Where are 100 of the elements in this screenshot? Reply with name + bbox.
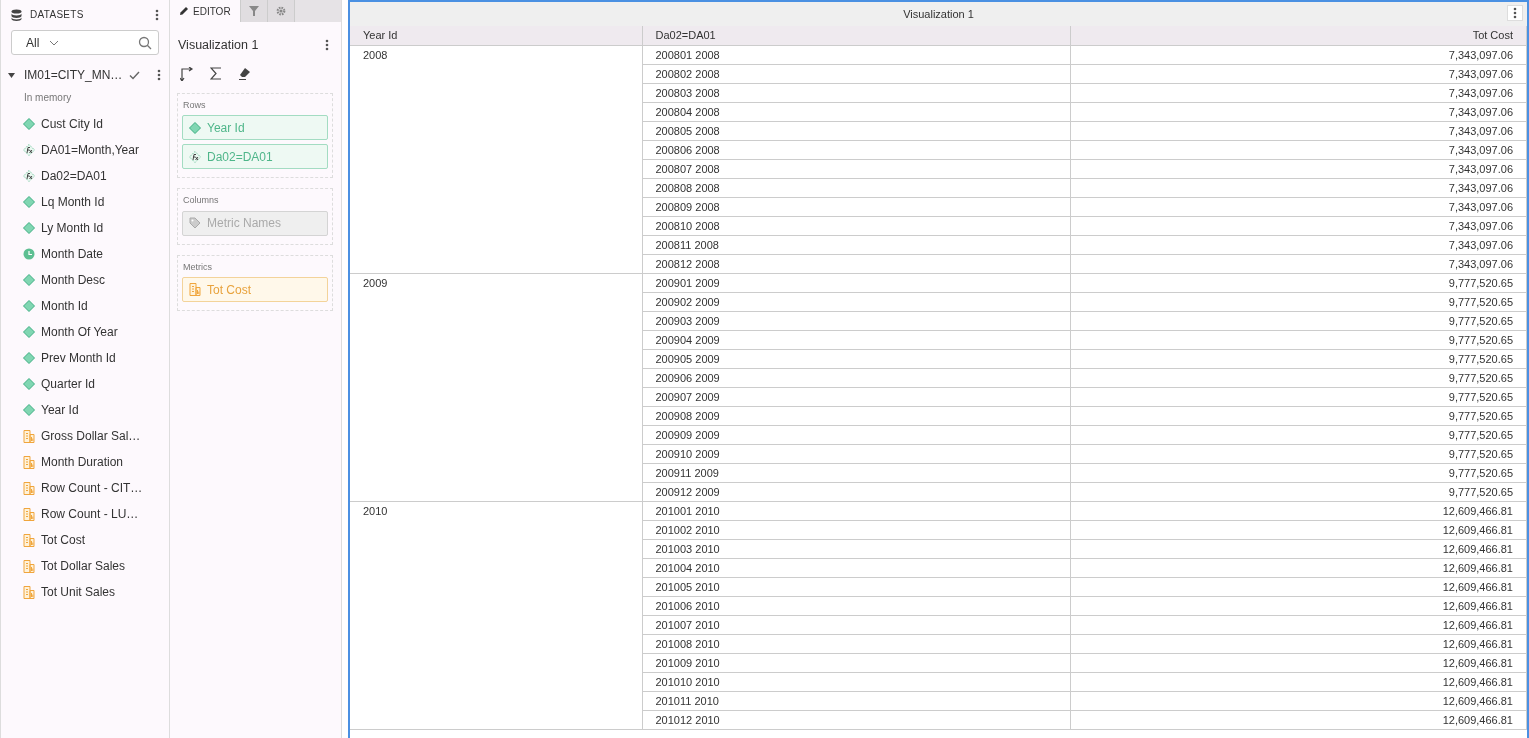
field-item[interactable]: Month Id [41,297,88,315]
table-cell: 200812 2008 [642,254,1070,273]
table-cell: 7,343,097.06 [1070,45,1527,64]
column-header[interactable]: Tot Cost [1070,26,1527,45]
field-item[interactable]: Month Date [41,245,104,263]
table-cell: 200909 2009 [642,425,1070,444]
field-item[interactable]: Cust City Id [41,115,103,133]
table-cell: 7,343,097.06 [1070,121,1527,140]
table-cell: 9,777,520.65 [1070,406,1527,425]
table-cell: 12,609,466.81 [1070,558,1527,577]
column-header[interactable]: Da02=DA01 [642,26,1070,45]
more-button[interactable] [1507,5,1523,21]
diamond-icon [23,378,35,390]
settings-tab[interactable] [267,0,295,22]
more-options-icon[interactable] [1513,7,1517,19]
table-cell: 201004 2010 [642,558,1070,577]
table-cell: 2009 [350,273,642,501]
field-item[interactable]: Da02=DA01 [41,167,107,185]
table-cell: 201003 2010 [642,539,1070,558]
diamond-icon [23,300,35,312]
filter-tab[interactable] [240,0,268,22]
table-cell: 201010 2010 [642,672,1070,691]
table-cell: 201005 2010 [642,577,1070,596]
chevron-down-icon [49,39,60,46]
pencil-icon [179,6,189,16]
table-cell: 9,777,520.65 [1070,330,1527,349]
table-cell: 7,343,097.06 [1070,102,1527,121]
column-header[interactable]: Year Id [350,26,642,45]
table-cell: 200904 2009 [642,330,1070,349]
field-item[interactable]: Lq Month Id [41,193,105,211]
table-cell: 9,777,520.65 [1070,349,1527,368]
caret-down-icon[interactable] [7,70,16,80]
swap-axes-icon[interactable] [180,66,194,81]
field-item[interactable]: Year Id [41,401,79,419]
derived-diamond-icon [189,150,201,163]
derived-diamond-icon [23,144,35,156]
editor-tab[interactable]: EDITOR [170,0,241,22]
table-cell: 7,343,097.06 [1070,235,1527,254]
table-cell: 200907 2009 [642,387,1070,406]
dataset-name[interactable]: IM01=CITY_MN… [24,66,123,84]
field-item[interactable]: Row Count - LU… [41,505,139,523]
field-item[interactable]: DA01=Month,Year [41,141,139,159]
field-item[interactable]: Ly Month Id [41,219,104,237]
filter-dropdown[interactable]: All [11,30,159,55]
table-cell: 9,777,520.65 [1070,425,1527,444]
field-item[interactable]: Prev Month Id [41,349,116,367]
table-cell: 200912 2009 [642,482,1070,501]
table-cell: 12,609,466.81 [1070,691,1527,710]
table-cell: 7,343,097.06 [1070,178,1527,197]
diamond-icon [23,222,35,234]
tag-icon [189,217,201,230]
field-item[interactable]: Quarter Id [41,375,96,393]
field-item[interactable]: Gross Dollar Sal… [41,427,141,445]
table-cell: 12,609,466.81 [1070,539,1527,558]
table-cell: 9,777,520.65 [1070,292,1527,311]
table-cell: 201002 2010 [642,520,1070,539]
field-item[interactable]: Tot Cost [41,531,85,549]
derived-diamond-icon [23,170,35,182]
table-cell: 200903 2009 [642,311,1070,330]
table-cell: 200807 2008 [642,159,1070,178]
eraser-icon[interactable] [238,67,252,81]
table-cell: 200804 2008 [642,102,1070,121]
table-cell: 200810 2008 [642,216,1070,235]
search-icon[interactable] [138,35,152,50]
table-cell: 201009 2010 [642,653,1070,672]
metric-icon [23,455,35,469]
field-item[interactable]: Month Of Year [41,323,118,341]
field-item[interactable]: Tot Unit Sales [41,583,116,601]
table-cell: 201006 2010 [642,596,1070,615]
table-cell: 200811 2008 [642,235,1070,254]
field-item[interactable]: Month Duration [41,453,124,471]
visualization-title: Visualization 1 [903,6,974,22]
table-cell: 7,343,097.06 [1070,64,1527,83]
sigma-icon[interactable] [210,67,222,81]
metric-icon [23,481,35,495]
table-cell: 2008 [350,45,642,273]
filter-value: All [26,34,40,52]
metric-icon [23,533,35,547]
table-cell: 12,609,466.81 [1070,501,1527,520]
panel-title: DATASETS [30,8,84,22]
table-cell: 201007 2010 [642,615,1070,634]
table-cell: 201008 2010 [642,634,1070,653]
field-item[interactable]: Tot Dollar Sales [41,557,126,575]
table-cell: 200802 2008 [642,64,1070,83]
table-cell: 7,343,097.06 [1070,197,1527,216]
diamond-icon [23,118,35,130]
clock-icon [23,248,35,260]
zone-label: Metrics [183,260,213,274]
field-item[interactable]: Row Count - CIT… [41,479,143,497]
diamond-icon [23,274,35,286]
funnel-icon [248,6,259,16]
visualization-title: Visualization 1 [178,37,259,54]
table-cell: 12,609,466.81 [1070,634,1527,653]
table-cell: 7,343,097.06 [1070,140,1527,159]
table-cell: 12,609,466.81 [1070,653,1527,672]
table-cell: 201011 2010 [642,691,1070,710]
field-item[interactable]: Month Desc [41,271,106,289]
diamond-icon [189,121,201,134]
metric-icon [23,507,35,521]
table-cell: 201012 2010 [642,710,1070,729]
